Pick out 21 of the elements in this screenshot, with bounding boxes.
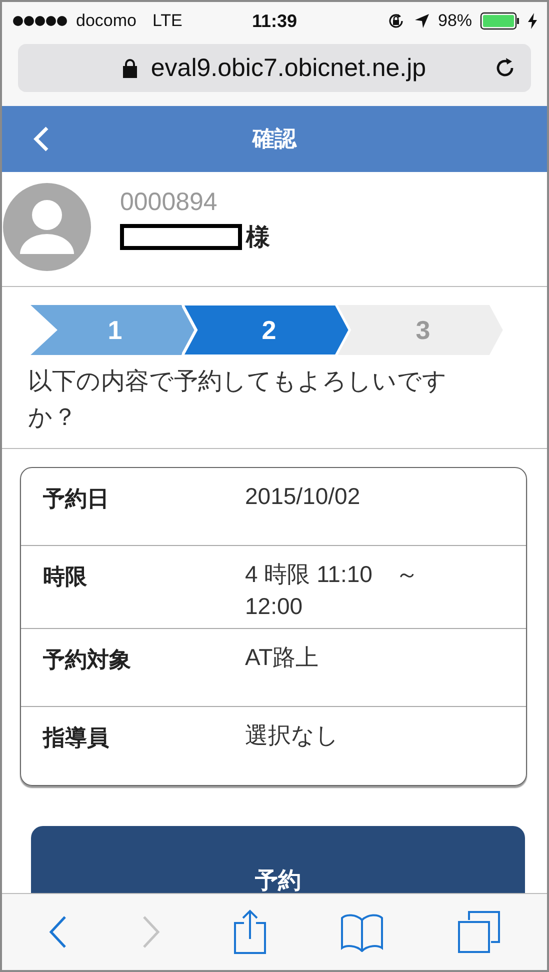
address-bar[interactable]: eval9.obic7.obicnet.ne.jp (18, 44, 531, 92)
member-number: 0000894 (120, 188, 218, 217)
carrier-label: docomo (76, 11, 136, 31)
field-value: AT路上 (245, 643, 320, 672)
reserve-button[interactable]: 予約 (31, 826, 525, 893)
honorific: 様 (246, 223, 270, 253)
step-chevron: 3 (336, 304, 504, 356)
field-value: 2015/10/02 (245, 482, 362, 511)
battery-percent: 98% (438, 11, 472, 31)
step-chevron: 2 (182, 304, 350, 356)
clock-time: 11:39 (252, 10, 298, 32)
field-label: 予約日 (43, 485, 110, 513)
confirmation-question: 以下の内容で予約してもよろしいですか？ (28, 367, 448, 433)
step-chevron: 1 (28, 304, 196, 356)
field-label: 指導員 (43, 724, 110, 752)
field-label: 時限 (43, 563, 88, 591)
page-title: 確認 (252, 125, 296, 153)
field-value: 選択なし (245, 721, 340, 750)
field-label: 予約対象 (43, 646, 132, 674)
field-value: 4 時限 11:10 ～ 12:00 (245, 560, 420, 621)
network-label: LTE (152, 11, 182, 31)
